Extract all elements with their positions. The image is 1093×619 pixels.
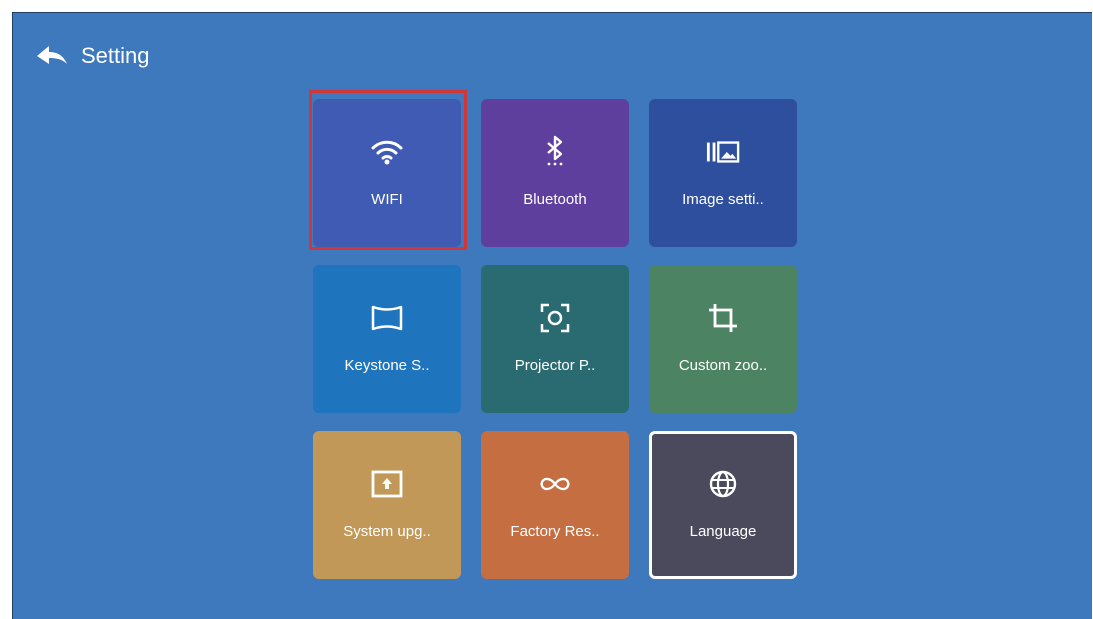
tile-label: Image setti.. <box>682 191 764 208</box>
tile-factory-reset[interactable]: Factory Res.. <box>481 431 629 579</box>
tile-language[interactable]: Language <box>649 431 797 579</box>
page-title: Setting <box>81 43 150 68</box>
image-settings-icon <box>706 141 740 163</box>
tile-label: Language <box>689 523 757 540</box>
globe-icon <box>709 470 737 498</box>
crop-icon <box>709 304 737 332</box>
tile-label: WIFI <box>371 191 403 208</box>
tile-system-upgrade[interactable]: System upg.. <box>313 431 461 579</box>
tile-label: Bluetooth <box>523 191 587 208</box>
tile-keystone[interactable]: Keystone S.. <box>313 265 461 413</box>
keystone-icon <box>371 305 403 331</box>
tile-label: Projector P.. <box>514 357 596 374</box>
bluetooth-icon <box>547 135 563 166</box>
header: Setting <box>35 43 150 69</box>
tile-bluetooth[interactable]: Bluetooth <box>481 99 629 247</box>
tile-label: Keystone S.. <box>344 357 430 374</box>
back-arrow-icon[interactable] <box>35 44 69 68</box>
tile-custom-zoom[interactable]: Custom zoo.. <box>649 265 797 413</box>
tile-label: Factory Res.. <box>510 523 600 540</box>
tile-projector[interactable]: Projector P.. <box>481 265 629 413</box>
tile-image-settings[interactable]: Image setti.. <box>649 99 797 247</box>
projector-icon <box>540 303 570 333</box>
settings-screen: Setting WIFI Bluetooth Image setti.. Key… <box>12 12 1092 619</box>
tile-label: Custom zoo.. <box>678 357 768 374</box>
tile-label: System upg.. <box>343 523 431 540</box>
infinity-icon <box>540 477 570 491</box>
system-upgrade-icon <box>371 470 403 498</box>
tile-wifi[interactable]: WIFI <box>313 99 461 247</box>
wifi-icon <box>371 140 403 165</box>
